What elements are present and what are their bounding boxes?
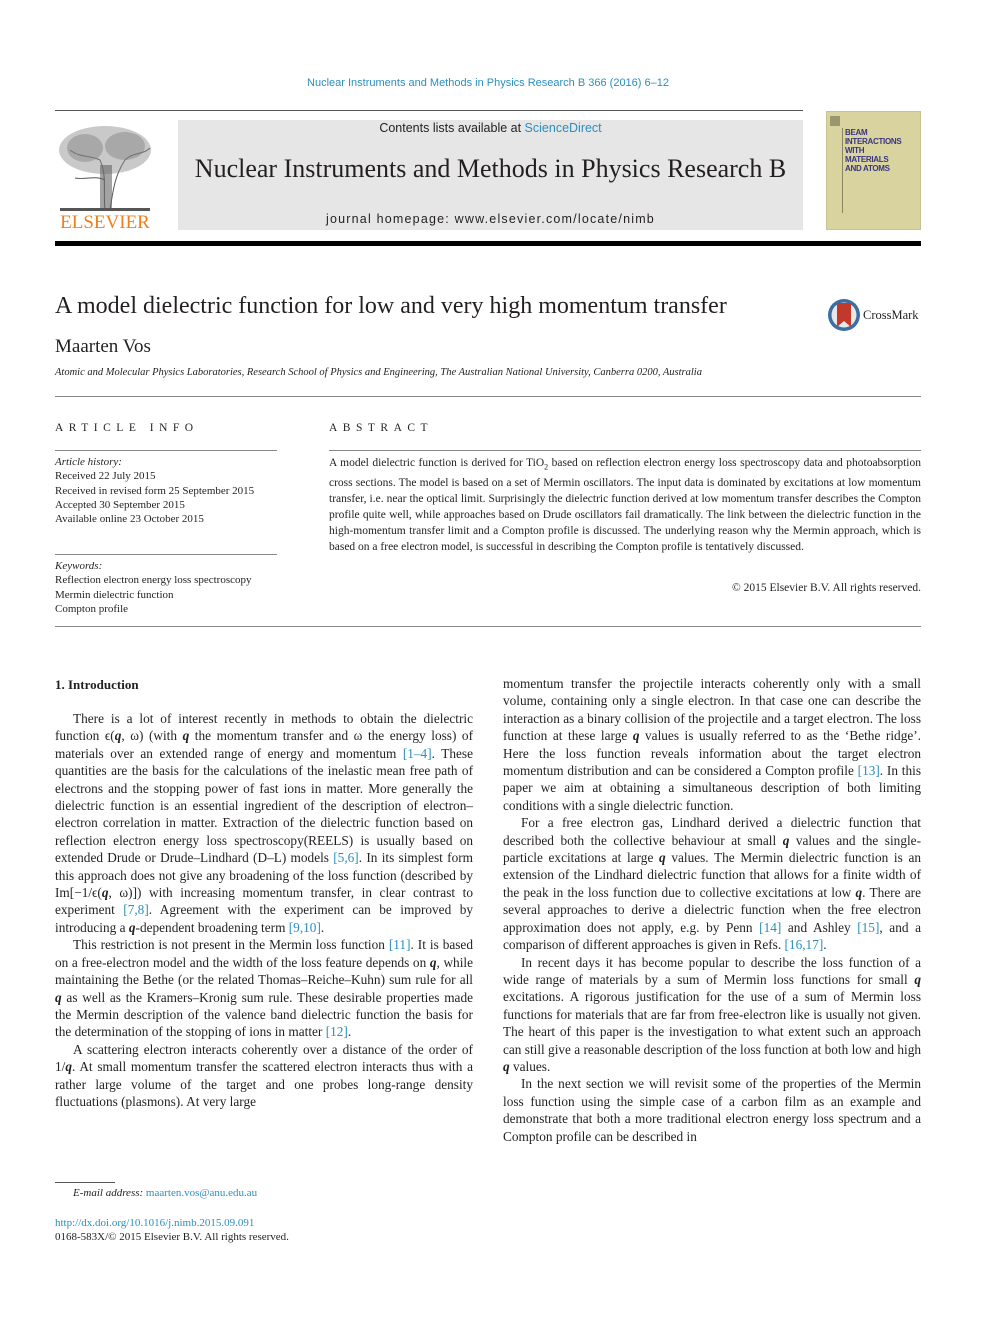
citation-link[interactable]: [5,6]	[333, 850, 358, 865]
paragraph: For a free electron gas, Lindhard derive…	[503, 814, 921, 953]
math-variable: q	[429, 954, 437, 970]
text-run: .	[320, 919, 325, 935]
abstract-rule	[329, 450, 921, 451]
citation-link[interactable]: [11]	[389, 937, 411, 952]
cover-publisher-mark	[830, 116, 840, 126]
math-variable: q	[659, 850, 666, 866]
sciencedirect-link[interactable]: ScienceDirect	[525, 121, 602, 135]
affiliation-rule	[55, 396, 921, 397]
cover-line: MATERIALS	[845, 155, 889, 164]
abstract-text: A model dielectric function is derived f…	[329, 455, 921, 555]
citation-link[interactable]: [13]	[858, 763, 880, 778]
text-run: This restriction is not present in the M…	[73, 937, 389, 953]
header-rule	[55, 110, 803, 111]
author-name[interactable]: Maarten Vos	[55, 336, 151, 358]
history-item: Received 22 July 2015	[55, 470, 156, 483]
paragraph: This restriction is not present in the M…	[55, 936, 473, 1040]
paragraph: momentum transfer the projectile interac…	[503, 675, 921, 814]
cover-line: BEAM	[845, 128, 868, 137]
paragraph: In recent days it has become popular to …	[503, 954, 921, 1076]
text-run: values.	[509, 1058, 551, 1074]
text-run: excitations. A rigorous justification fo…	[503, 989, 922, 1057]
body-column-left: There is a lot of interest recently in m…	[55, 710, 473, 1110]
text-run: , ω) (with	[121, 728, 183, 744]
journal-homepage[interactable]: journal homepage: www.elsevier.com/locat…	[178, 212, 803, 226]
footnote-rule	[55, 1182, 115, 1183]
citation-link[interactable]: [7,8]	[123, 902, 148, 917]
journal-reference-link[interactable]: Nuclear Instruments and Methods in Physi…	[0, 77, 976, 89]
elsevier-wordmark[interactable]: ELSEVIER	[55, 212, 155, 234]
paragraph: In the next section we will revisit some…	[503, 1075, 921, 1145]
article-title: A model dielectric function for low and …	[55, 293, 727, 319]
cover-line: WITH	[845, 146, 865, 155]
article-info-rule	[55, 450, 277, 451]
history-label: Article history:	[55, 456, 122, 468]
keyword: Mermin dielectric function	[55, 588, 174, 601]
text-run: .	[823, 937, 827, 953]
keyword: Reflection electron energy loss spectros…	[55, 574, 252, 587]
article-info-heading: ARTICLE INFO	[55, 422, 199, 434]
citation-link[interactable]: [15]	[857, 920, 879, 935]
history-item: Received in revised form 25 September 20…	[55, 484, 255, 497]
math-variable: q	[503, 1058, 510, 1074]
text-run: -dependent broadening term	[135, 919, 289, 935]
paragraph: A scattering electron interacts coherent…	[55, 1041, 473, 1111]
issn-copyright: 0168-583X/© 2015 Elsevier B.V. All right…	[55, 1231, 289, 1243]
abstract-heading: ABSTRACT	[329, 422, 434, 434]
email-footnote: E-mail address: maarten.vos@anu.edu.au	[73, 1187, 257, 1199]
history-item: Accepted 30 September 2015	[55, 498, 185, 511]
cover-title: BEAM INTERACTIONS WITH MATERIALS AND ATO…	[845, 128, 920, 173]
body-column-right: momentum transfer the projectile interac…	[503, 675, 921, 1145]
abstract-part: A model dielectric function is derived f…	[329, 457, 545, 469]
text-run: .	[347, 1024, 352, 1040]
keywords-label: Keywords:	[55, 560, 103, 572]
citation-link[interactable]: [14]	[759, 920, 781, 935]
author-affiliation: Atomic and Molecular Physics Laboratorie…	[55, 367, 702, 378]
doi-link[interactable]: http://dx.doi.org/10.1016/j.nimb.2015.09…	[55, 1217, 254, 1229]
crossmark-label[interactable]: CrossMark	[863, 308, 919, 323]
history-item: Available online 23 October 2015	[55, 513, 204, 526]
cover-line: AND ATOMS	[845, 164, 890, 173]
article-history: Article history: Received 22 July 2015 R…	[55, 455, 285, 526]
text-run: In the next section we will revisit some…	[503, 1076, 921, 1144]
section-heading-introduction: 1. Introduction	[55, 677, 139, 692]
text-run: . These quantities are the basis for the…	[55, 745, 473, 866]
math-variable: q	[128, 919, 136, 935]
math-variable: q	[101, 885, 109, 901]
contents-prefix: Contents lists available at	[379, 121, 525, 135]
abstract-part: based on reflection electron energy loss…	[329, 457, 921, 554]
header-thick-rule	[55, 241, 921, 246]
citation-link[interactable]: [9,10]	[289, 920, 321, 935]
keyword: Compton profile	[55, 602, 129, 615]
text-run: as well as the Kramers–Kronig sum rule. …	[55, 989, 473, 1040]
cover-line: INTERACTIONS	[845, 137, 902, 146]
front-matter-rule	[55, 626, 921, 627]
cover-divider	[842, 128, 843, 213]
citation-link[interactable]: [16,17]	[785, 937, 824, 952]
email-link[interactable]: maarten.vos@anu.edu.au	[146, 1187, 257, 1199]
citation-link[interactable]: [12]	[326, 1024, 348, 1039]
text-run: . At small momentum transfer the scatter…	[55, 1059, 473, 1109]
keywords-rule	[55, 554, 277, 555]
paragraph: There is a lot of interest recently in m…	[55, 710, 473, 936]
citation-link[interactable]: [1–4]	[403, 746, 432, 761]
journal-title: Nuclear Instruments and Methods in Physi…	[194, 154, 787, 183]
email-label: E-mail address:	[73, 1187, 146, 1199]
math-variable: q	[55, 989, 62, 1005]
math-variable: q	[65, 1059, 72, 1075]
contents-line: Contents lists available at ScienceDirec…	[178, 121, 803, 135]
keywords: Keywords: Reflection electron energy los…	[55, 559, 285, 616]
text-run: In recent days it has become popular to …	[503, 954, 921, 987]
text-run: and Ashley	[781, 919, 858, 935]
abstract-copyright: © 2015 Elsevier B.V. All rights reserved…	[732, 582, 921, 594]
math-variable: q	[914, 971, 921, 987]
